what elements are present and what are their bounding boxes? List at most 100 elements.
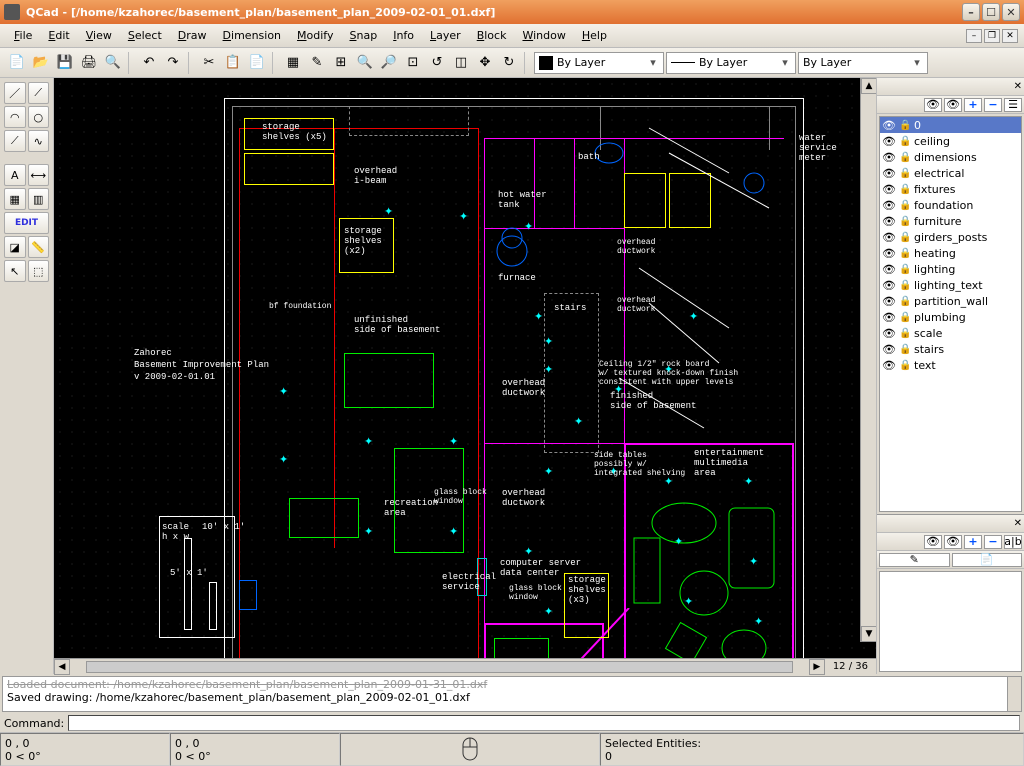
menu-modify[interactable]: Modify: [289, 27, 341, 44]
lock-icon[interactable]: 🔒: [899, 312, 911, 323]
zoom-out-button[interactable]: 🔎: [378, 52, 400, 74]
menu-help[interactable]: Help: [574, 27, 615, 44]
mdi-minimize[interactable]: –: [966, 29, 982, 43]
layer-remove[interactable]: −: [984, 98, 1002, 112]
tool-image[interactable]: ▥: [28, 188, 50, 210]
layer-row-partition_wall[interactable]: 👁🔒partition_wall: [880, 293, 1021, 309]
eye-icon[interactable]: 👁: [882, 183, 896, 196]
block-hide-all[interactable]: 👁: [944, 535, 962, 549]
eye-icon[interactable]: 👁: [882, 247, 896, 260]
tool-arc-line[interactable]: ⟋: [28, 82, 50, 104]
grid-button[interactable]: ▦: [282, 52, 304, 74]
layer-row-foundation[interactable]: 👁🔒foundation: [880, 197, 1021, 213]
layer-row-stairs[interactable]: 👁🔒stairs: [880, 341, 1021, 357]
block-show-all[interactable]: 👁: [924, 535, 942, 549]
tool-circle[interactable]: ○: [28, 106, 50, 128]
lock-icon[interactable]: 🔒: [899, 152, 911, 163]
layer-show-all[interactable]: 👁: [924, 98, 942, 112]
lock-icon[interactable]: 🔒: [899, 184, 911, 195]
eye-icon[interactable]: 👁: [882, 343, 896, 356]
tool-select[interactable]: ⬚: [28, 260, 50, 282]
command-input[interactable]: [68, 715, 1020, 731]
layer-row-fixtures[interactable]: 👁🔒fixtures: [880, 181, 1021, 197]
layer-row-text[interactable]: 👁🔒text: [880, 357, 1021, 373]
block-add[interactable]: +: [964, 535, 982, 549]
eye-icon[interactable]: 👁: [882, 167, 896, 180]
new-button[interactable]: 📄: [6, 52, 28, 74]
tool-text-A[interactable]: A: [4, 164, 26, 186]
print-preview-button[interactable]: 🔍: [102, 52, 124, 74]
eye-icon[interactable]: 👁: [882, 151, 896, 164]
layer-hide-all[interactable]: 👁: [944, 98, 962, 112]
menu-select[interactable]: Select: [120, 27, 170, 44]
menu-edit[interactable]: Edit: [40, 27, 77, 44]
layer-row-electrical[interactable]: 👁🔒electrical: [880, 165, 1021, 181]
layer-row-dimensions[interactable]: 👁🔒dimensions: [880, 149, 1021, 165]
open-button[interactable]: 📂: [30, 52, 52, 74]
eye-icon[interactable]: 👁: [882, 327, 896, 340]
command-history[interactable]: Loaded document: /home/kzahorec/basement…: [2, 676, 1022, 712]
tool-line[interactable]: ／: [4, 82, 26, 104]
draft-button[interactable]: ✎: [306, 52, 328, 74]
undo-button[interactable]: ↶: [138, 52, 160, 74]
linetype-bylayer-combo[interactable]: By Layer▾: [666, 52, 796, 74]
menu-layer[interactable]: Layer: [422, 27, 469, 44]
lineweight-bylayer-combo[interactable]: By Layer▾: [798, 52, 928, 74]
lock-icon[interactable]: 🔒: [899, 280, 911, 291]
lock-icon[interactable]: 🔒: [899, 296, 911, 307]
drawing-canvas[interactable]: ▲ ▼: [54, 78, 876, 658]
minimize-button[interactable]: –: [962, 3, 980, 21]
tool-pointer[interactable]: ↖: [4, 260, 26, 282]
grid-snap-button[interactable]: ⊞: [330, 52, 352, 74]
zoom-auto-button[interactable]: ⊡: [402, 52, 424, 74]
zoom-prev-button[interactable]: ↺: [426, 52, 448, 74]
layer-row-scale[interactable]: 👁🔒scale: [880, 325, 1021, 341]
layer-row-lighting_text[interactable]: 👁🔒lighting_text: [880, 277, 1021, 293]
lock-icon[interactable]: 🔒: [899, 328, 911, 339]
lock-icon[interactable]: 🔒: [899, 216, 911, 227]
lock-icon[interactable]: 🔒: [899, 136, 911, 147]
redo-button[interactable]: ↷: [162, 52, 184, 74]
menu-snap[interactable]: Snap: [342, 27, 386, 44]
menu-block[interactable]: Block: [469, 27, 515, 44]
layer-row-0[interactable]: 👁🔒0: [880, 117, 1021, 133]
menu-window[interactable]: Window: [514, 27, 573, 44]
block-remove[interactable]: −: [984, 535, 1002, 549]
zoom-window-button[interactable]: ◫: [450, 52, 472, 74]
copy-button[interactable]: 📋: [222, 52, 244, 74]
lock-icon[interactable]: 🔒: [899, 168, 911, 179]
layer-row-girders_posts[interactable]: 👁🔒girders_posts: [880, 229, 1021, 245]
menu-draw[interactable]: Draw: [170, 27, 215, 44]
mdi-restore[interactable]: ❐: [984, 29, 1000, 43]
layer-add[interactable]: +: [964, 98, 982, 112]
save-button[interactable]: 💾: [54, 52, 76, 74]
eye-icon[interactable]: 👁: [882, 279, 896, 292]
layer-row-lighting[interactable]: 👁🔒lighting: [880, 261, 1021, 277]
eye-icon[interactable]: 👁: [882, 231, 896, 244]
lock-icon[interactable]: 🔒: [899, 360, 911, 371]
tool-arc[interactable]: ◠: [4, 106, 26, 128]
lock-icon[interactable]: 🔒: [899, 344, 911, 355]
color-bylayer-combo[interactable]: By Layer▾: [534, 52, 664, 74]
tool-EDIT-wide[interactable]: EDIT: [4, 212, 49, 234]
eye-icon[interactable]: 👁: [882, 135, 896, 148]
paste-button[interactable]: 📄: [246, 52, 268, 74]
layer-row-plumbing[interactable]: 👁🔒plumbing: [880, 309, 1021, 325]
eye-icon[interactable]: 👁: [882, 263, 896, 276]
lock-icon[interactable]: 🔒: [899, 120, 911, 131]
cut-button[interactable]: ✂: [198, 52, 220, 74]
scrollbar-vertical[interactable]: ▲ ▼: [860, 78, 876, 642]
eye-icon[interactable]: 👁: [882, 311, 896, 324]
zoom-pan-button[interactable]: ✥: [474, 52, 496, 74]
scrollbar-horizontal[interactable]: ◀ ▶ 12 / 36: [54, 658, 876, 674]
block-rename[interactable]: a|b: [1004, 535, 1022, 549]
tool-dim[interactable]: ⟷: [28, 164, 50, 186]
zoom-in-button[interactable]: 🔍: [354, 52, 376, 74]
redraw-button[interactable]: ↻: [498, 52, 520, 74]
layer-row-furniture[interactable]: 👁🔒furniture: [880, 213, 1021, 229]
eye-icon[interactable]: 👁: [882, 199, 896, 212]
block-edit[interactable]: ✎: [879, 553, 950, 567]
eye-icon[interactable]: 👁: [882, 119, 896, 132]
maximize-button[interactable]: ☐: [982, 3, 1000, 21]
tool-tag[interactable]: ◪: [4, 236, 26, 258]
